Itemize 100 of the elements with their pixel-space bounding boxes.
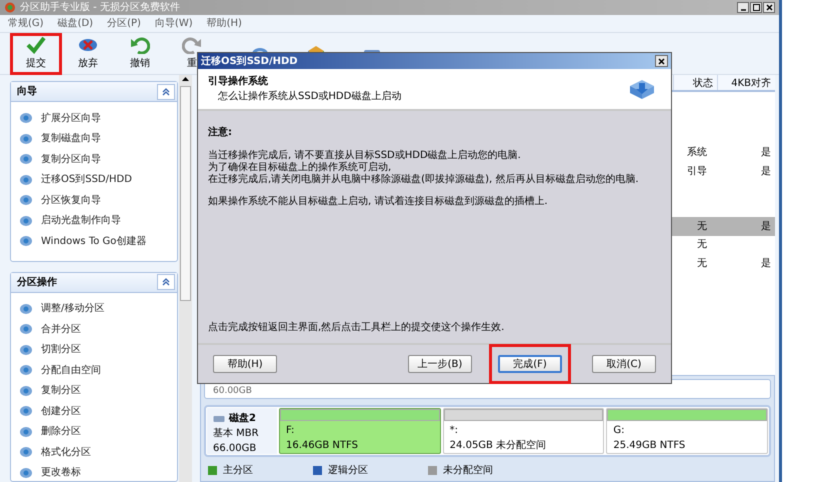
minimize-button[interactable] <box>737 2 749 13</box>
redo-icon <box>182 36 202 54</box>
close-button[interactable] <box>763 2 775 13</box>
drive-icon <box>213 414 225 424</box>
partition-block[interactable]: F: 16.46GB NTFS <box>279 408 441 454</box>
partition-block[interactable]: *: 24.05GB 未分配空间 <box>442 408 604 454</box>
dialog-button[interactable]: 上一步(B) <box>408 355 472 373</box>
disk-icon <box>19 214 33 227</box>
partition-letter: F: <box>285 424 296 438</box>
column-header[interactable]: 状态 <box>673 75 717 90</box>
disk-icon <box>19 153 33 166</box>
sidebar-item[interactable]: 创建分区 <box>19 403 177 420</box>
toolbar-button[interactable]: 提交 <box>10 32 62 74</box>
note-text: 在迁移完成后,请关闭电脑并从电脑中移除源磁盘(即拔掉源磁盘), 然后再从目标磁盘启动您的电脑. <box>208 174 640 186</box>
panel-title: 分区操作 <box>17 276 57 290</box>
dialog-heading: 引导操作系统 <box>208 74 269 89</box>
sidebar-item[interactable]: 复制分区向导 <box>19 151 177 168</box>
partition-letter: G: <box>612 424 626 438</box>
disk-icon <box>19 323 33 336</box>
sidebar-item[interactable]: 分区恢复向导 <box>19 192 177 208</box>
partition-block[interactable]: G: 25.49GB NTFS <box>606 408 768 454</box>
close-button[interactable] <box>655 55 668 67</box>
maximize-button[interactable] <box>750 2 762 13</box>
disk-size: 66.00GB <box>213 442 258 456</box>
menu-item[interactable]: 帮助(H) <box>206 16 242 31</box>
disk-icon <box>19 132 33 145</box>
disk-name: 磁盘2 <box>229 412 256 426</box>
legend-label: 逻辑分区 <box>328 464 368 478</box>
window-title: 分区助手专业版 - 无损分区免费软件 <box>20 2 180 12</box>
sidebar-item[interactable]: 复制磁盘向导 <box>19 130 177 147</box>
disk-icon <box>19 364 33 376</box>
toolbar-button[interactable]: 撤销 <box>114 32 166 74</box>
menu-item[interactable]: 分区(P) <box>107 16 141 31</box>
table-cell-text: 是 <box>760 220 772 234</box>
disk-icon <box>19 235 33 248</box>
table-cell-text: 是 <box>760 146 772 160</box>
legend-label: 未分配空间 <box>443 464 493 478</box>
disk-icon <box>19 174 33 186</box>
undo-icon <box>130 36 150 54</box>
disk-icon <box>19 466 33 479</box>
sidebar-item[interactable]: 扩展分区向导 <box>19 110 177 126</box>
dialog-button[interactable]: 取消(C) <box>592 355 656 373</box>
app-icon <box>4 2 16 13</box>
note-title: 注意: <box>208 125 233 140</box>
menu-item[interactable]: 常规(G) <box>8 16 44 31</box>
disk-icon <box>19 446 33 458</box>
dialog-subheading: 怎么让操作系统从SSD或HDD磁盘上启动 <box>217 90 402 104</box>
table-cell-text: 系统 <box>686 146 708 160</box>
toolbar-button[interactable]: 放弃 <box>62 32 114 74</box>
sidebar-item[interactable]: 分配自由空间 <box>19 362 177 378</box>
sidebar-item[interactable]: 启动光盘制作向导 <box>19 212 177 229</box>
column-header[interactable]: 4KB对齐 <box>717 75 775 90</box>
dialog-title: 迁移OS到SSD/HDD <box>201 54 298 68</box>
disk-arrow-icon <box>629 78 655 100</box>
scroll-thumb[interactable] <box>180 86 191 301</box>
disk-icon <box>19 112 33 124</box>
chevron-up-icon <box>162 278 170 286</box>
partition-info: 16.46GB NTFS <box>285 439 359 453</box>
disk-card[interactable]: 磁盘2 基本 MBR 66.00GB F: 16.46GB NTFS *: 24.05GB 未分配空间 G: 25.49GB NTFS <box>204 405 771 457</box>
table-cell-text: 引导 <box>686 164 708 179</box>
dialog-button[interactable]: 帮助(H) <box>213 355 277 373</box>
sidebar-item[interactable]: 格式化分区 <box>19 444 177 460</box>
table-cell-text: 是 <box>760 256 772 271</box>
table-cell-text: 无 <box>696 256 708 271</box>
collapse-button[interactable] <box>157 84 175 100</box>
disk-icon <box>19 194 33 206</box>
close-icon <box>766 4 772 11</box>
partition-info: 25.49GB NTFS <box>612 439 686 453</box>
partition-letter: *: <box>448 424 460 438</box>
table-cell-text: 是 <box>760 164 772 179</box>
maximize-icon <box>752 4 760 11</box>
partition-info: 24.05GB 未分配空间 <box>448 438 548 453</box>
disk-cross-icon <box>78 36 98 54</box>
disk-icon <box>19 426 33 438</box>
chevron-up-icon <box>162 88 170 96</box>
scroll-up-icon <box>181 75 190 83</box>
menu-item[interactable]: 向导(W) <box>154 16 193 31</box>
note-text: 如果操作系统不能从目标磁盘上启动, 请试着连接目标磁盘到源磁盘的插槽上. <box>208 196 549 208</box>
note-text: 当迁移操作完成后, 请不要直接从目标SSD或HDD磁盘上启动您的电脑. <box>208 150 522 162</box>
sidebar-item[interactable]: 删除分区 <box>19 424 177 440</box>
note-text: 为了确保在目标磁盘上的操作系统可启动, <box>208 162 392 174</box>
checkmark-icon <box>26 36 46 54</box>
table-cell-text: 无 <box>696 238 708 252</box>
disk-size: 60.00GB <box>213 384 252 398</box>
sidebar-item[interactable]: 更改卷标 <box>19 464 177 481</box>
footer-text: 点击完成按钮返回主界面,然后点击工具栏上的提交使这个操作生效. <box>208 320 506 335</box>
sidebar-item[interactable]: 合并分区 <box>19 321 177 338</box>
dialog-button[interactable]: 完成(F) <box>498 355 562 373</box>
sidebar-item[interactable]: 调整/移动分区 <box>19 300 177 317</box>
sidebar-item[interactable]: 复制分区 <box>19 382 177 399</box>
table-cell-text: 无 <box>696 220 708 234</box>
scrollbar[interactable] <box>179 75 192 482</box>
collapse-button[interactable] <box>157 274 175 290</box>
disk-icon <box>19 302 33 315</box>
close-icon <box>658 58 665 64</box>
disk-icon <box>19 344 33 356</box>
sidebar-item[interactable]: Windows To Go创建器 <box>19 233 177 250</box>
menu-item[interactable]: 磁盘(D) <box>58 16 94 31</box>
sidebar-item[interactable]: 迁移OS到SSD/HDD <box>19 172 177 188</box>
sidebar-item[interactable]: 切割分区 <box>19 342 177 358</box>
